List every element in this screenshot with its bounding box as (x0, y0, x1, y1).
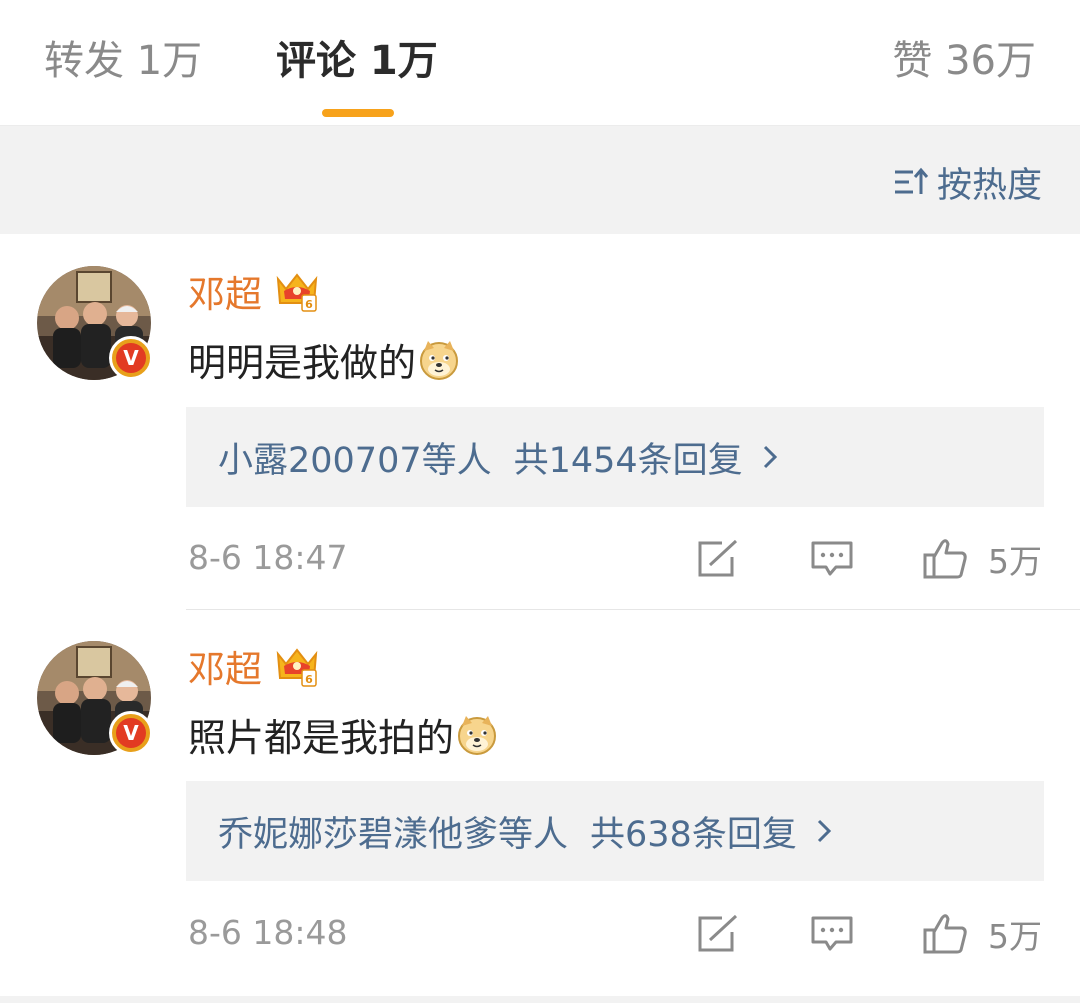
like-button[interactable]: 5万 (922, 909, 1042, 959)
verified-badge-icon: V (109, 711, 153, 755)
svg-text:6: 6 (305, 673, 313, 686)
comment-text-row: 照片都是我拍的 (188, 707, 498, 762)
like-count: 5万 (988, 542, 1042, 581)
doge-emoji-icon (420, 340, 459, 380)
chevron-right-icon (817, 819, 831, 843)
tab-repost[interactable]: 转发 1万 (44, 34, 202, 88)
comment-bubble-icon (811, 916, 853, 951)
replies-summary[interactable]: 小露200707等人 共1454条回复 (186, 407, 1044, 507)
replies-summary[interactable]: 乔妮娜莎碧漾他爹等人 共638条回复 (186, 781, 1044, 881)
avatar[interactable]: V (37, 641, 153, 755)
active-tab-indicator (322, 109, 394, 117)
thumbs-up-icon (923, 914, 967, 954)
comment-bubble-icon (811, 541, 853, 576)
vip-crown-icon: 6 (276, 648, 318, 687)
comment-item: V 邓超 6 明明是我做的 小露200707等人 共1454条回复 8-6 18… (0, 236, 1080, 610)
chevron-right-icon (763, 445, 777, 469)
sort-bar: 按热度 (0, 126, 1080, 234)
comment-item: V 邓超 6 照片都是我拍的 乔妮娜莎碧漾他爹等人 共638条回复 8-6 18… (0, 611, 1080, 997)
share-edit-icon (698, 914, 738, 952)
bottom-divider (0, 996, 1080, 1003)
reply-button[interactable] (810, 909, 854, 959)
comment-meta: 8-6 18:48 5万 (0, 909, 1080, 959)
comment-text: 明明是我做的 (188, 341, 417, 385)
comment-text: 照片都是我拍的 (188, 716, 455, 760)
thumbs-up-icon (923, 539, 967, 579)
svg-text:6: 6 (305, 298, 313, 311)
like-button[interactable]: 5万 (922, 534, 1042, 584)
doge-emoji-icon (458, 715, 497, 755)
reply-button[interactable] (810, 534, 854, 584)
verified-badge-icon: V (109, 336, 153, 380)
vip-crown-icon: 6 (276, 273, 318, 312)
comment-text-row: 明明是我做的 (188, 332, 460, 387)
tab-bar: 转发 1万 评论 1万 赞 36万 (0, 0, 1080, 126)
sort-by-heat-button[interactable]: 按热度 (893, 160, 1042, 206)
repost-button[interactable] (696, 909, 740, 959)
sort-label: 按热度 (936, 165, 1042, 206)
tab-like[interactable]: 赞 36万 (892, 34, 1036, 88)
reply-users: 小露200707等人 (218, 440, 492, 481)
avatar[interactable]: V (37, 266, 153, 380)
comment-time: 8-6 18:48 (188, 913, 348, 952)
reply-count: 共1454条回复 (513, 440, 743, 481)
comment-author[interactable]: 邓超 (188, 264, 262, 318)
reply-count: 共638条回复 (590, 814, 797, 855)
share-edit-icon (698, 539, 738, 577)
reply-users: 乔妮娜莎碧漾他爹等人 (218, 814, 569, 855)
comment-author[interactable]: 邓超 (188, 639, 262, 693)
repost-button[interactable] (696, 534, 740, 584)
like-count: 5万 (988, 917, 1042, 956)
comment-time: 8-6 18:47 (188, 538, 348, 577)
comment-meta: 8-6 18:47 5万 (0, 534, 1080, 584)
sort-icon (894, 167, 929, 194)
comment-divider (186, 609, 1080, 610)
